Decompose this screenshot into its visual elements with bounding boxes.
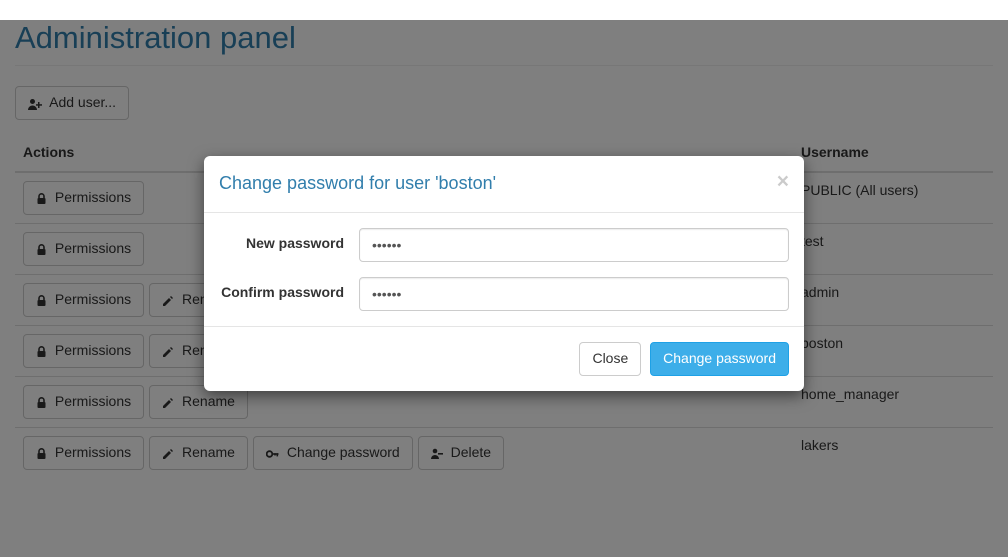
close-button[interactable]: Close — [579, 342, 641, 376]
new-password-label: New password — [219, 228, 359, 251]
close-icon[interactable]: × — [777, 171, 789, 192]
change-password-modal: Change password for user 'boston' × New … — [204, 156, 804, 391]
confirm-password-label: Confirm password — [219, 277, 359, 300]
confirm-password-input[interactable] — [359, 277, 789, 311]
new-password-input[interactable] — [359, 228, 789, 262]
modal-title: Change password for user 'boston' — [219, 171, 789, 197]
change-password-submit-button[interactable]: Change password — [650, 342, 789, 376]
